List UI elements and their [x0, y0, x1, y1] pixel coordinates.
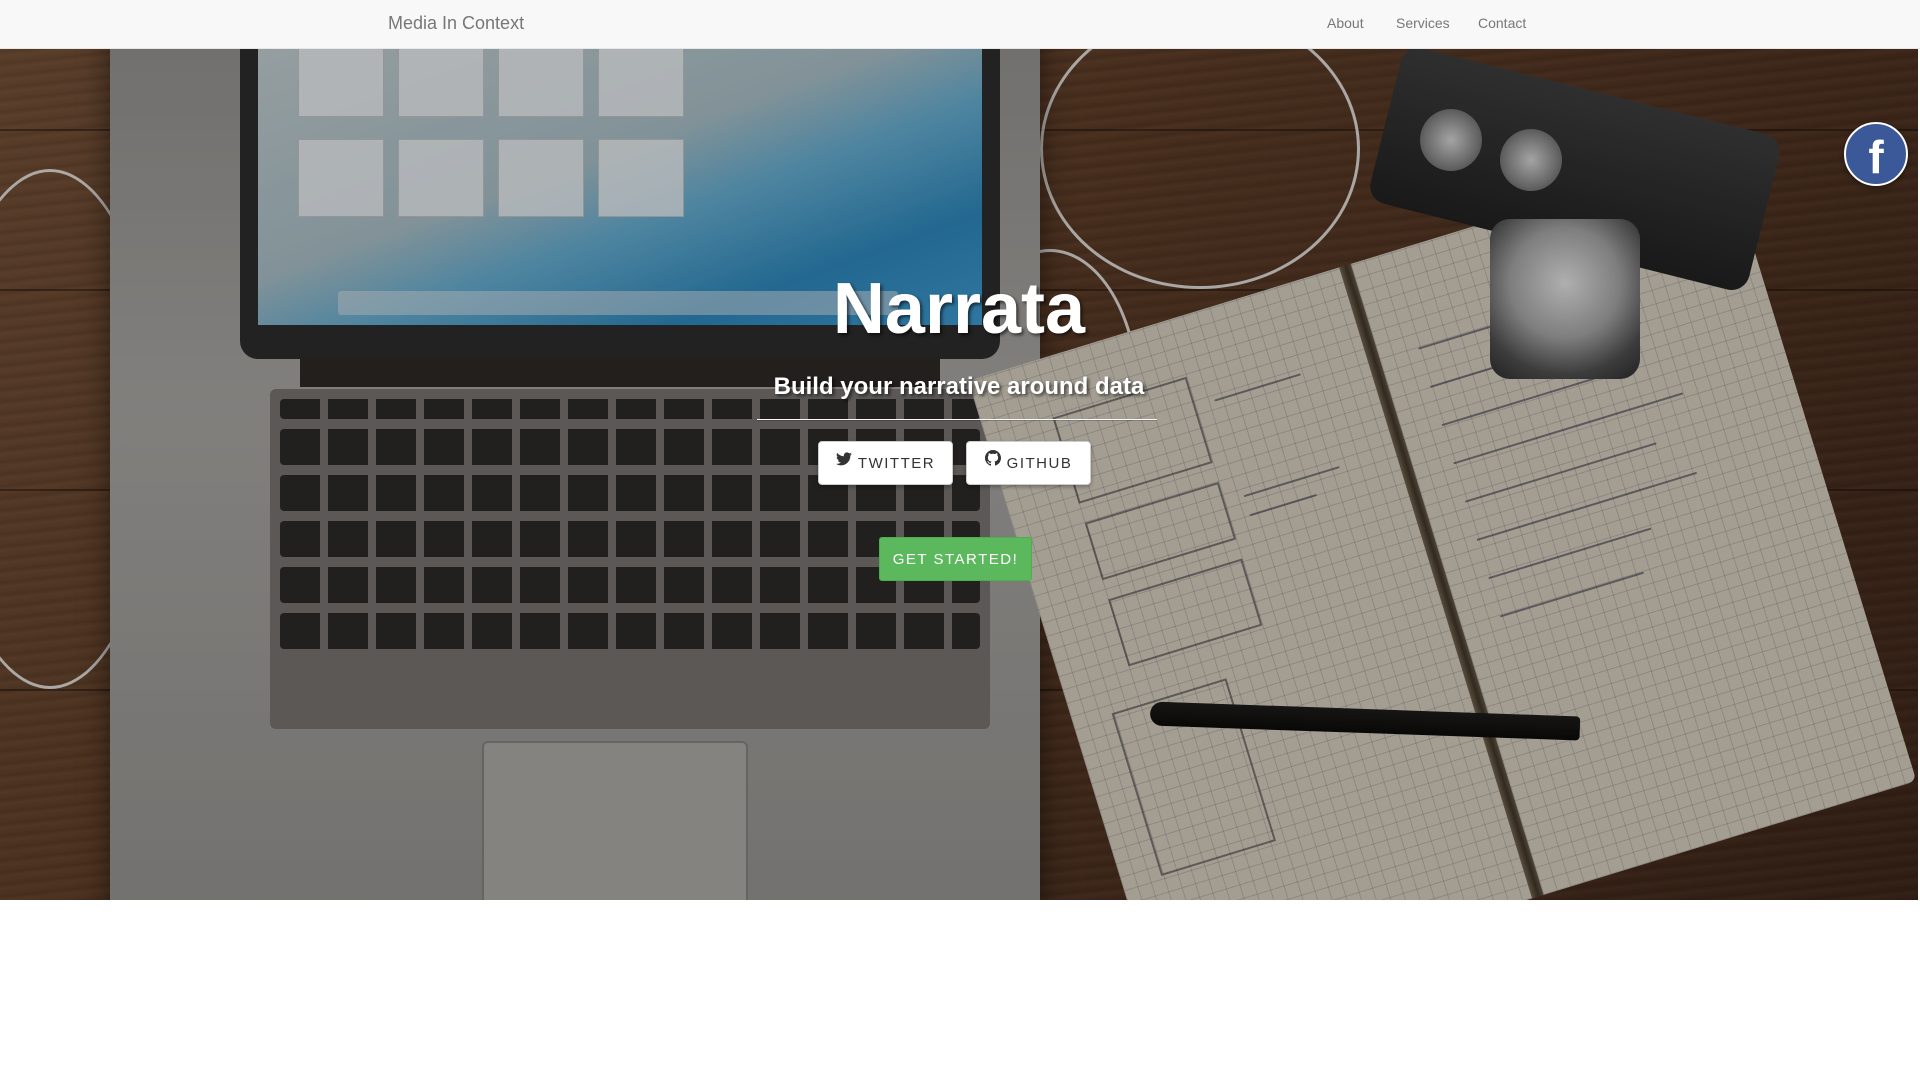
- twitter-button-label: TWITTER: [857, 455, 936, 472]
- hero-title: Narrata: [832, 269, 1086, 349]
- hero-overlay: [0, 49, 1918, 900]
- hero-subtitle: Build your narrative around data: [773, 373, 1145, 400]
- nav-links: About Services Contact: [0, 0, 1920, 49]
- hero-divider: [757, 419, 1157, 421]
- facebook-icon: f: [1868, 131, 1884, 183]
- github-button[interactable]: GITHUB: [966, 441, 1091, 485]
- nav-link-services[interactable]: Services: [1396, 0, 1450, 49]
- github-octocat-icon: [984, 440, 1001, 484]
- facebook-share-button[interactable]: f: [1844, 122, 1908, 186]
- nav-link-about[interactable]: About: [1327, 0, 1364, 49]
- get-started-button[interactable]: GET STARTED!: [879, 537, 1032, 581]
- github-button-label: GITHUB: [1006, 455, 1073, 472]
- nav-link-contact[interactable]: Contact: [1478, 0, 1526, 49]
- hero-section: Narrata Build your narrative around data…: [0, 49, 1918, 900]
- twitter-button[interactable]: TWITTER: [818, 441, 953, 485]
- twitter-bird-icon: [835, 440, 852, 484]
- navbar: Media In Context About Services Contact: [0, 0, 1920, 49]
